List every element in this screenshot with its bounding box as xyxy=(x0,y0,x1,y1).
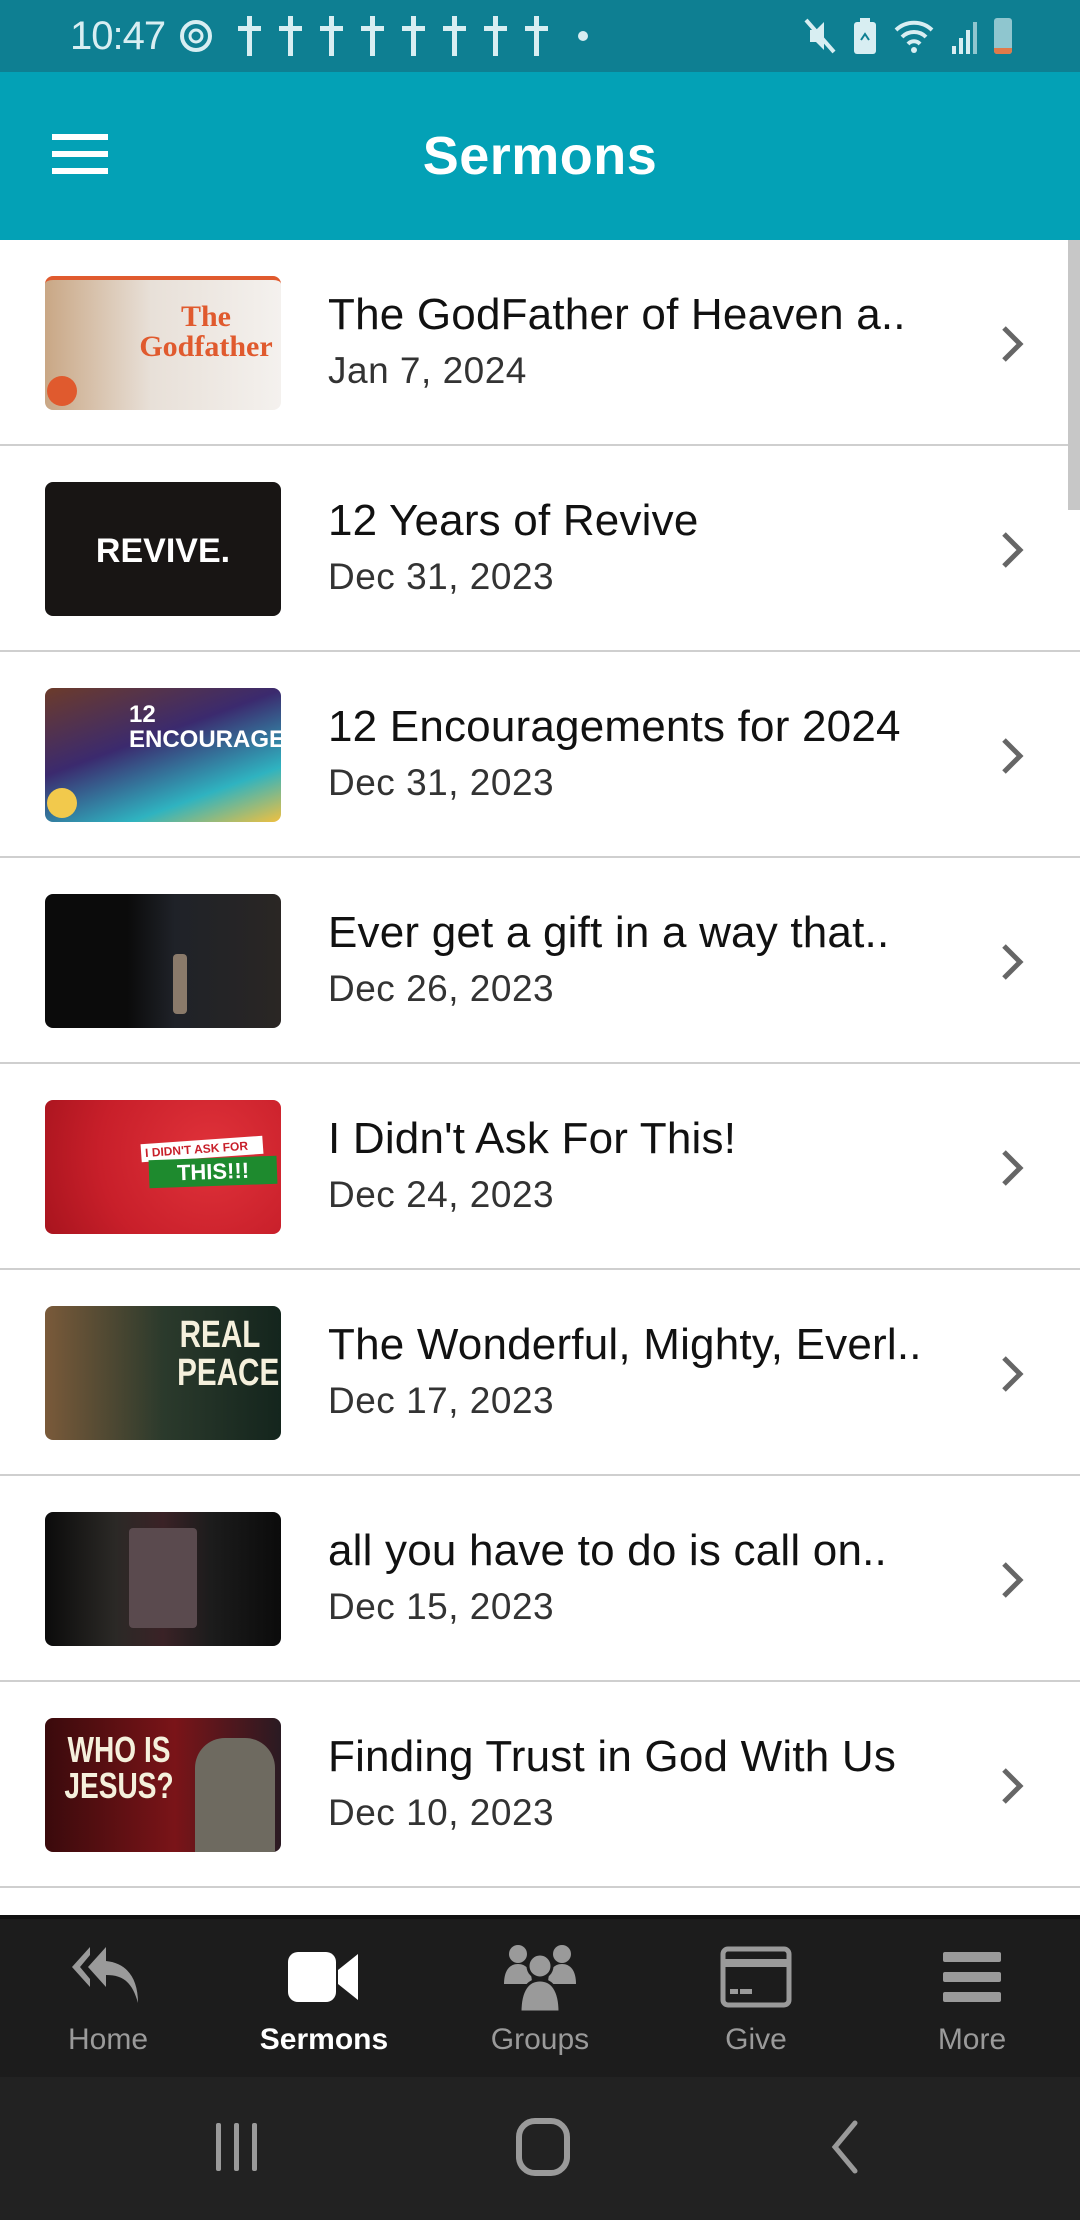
sermon-thumbnail: The Godfather xyxy=(45,276,281,410)
back-icon[interactable] xyxy=(825,2117,865,2182)
sermon-date: Dec 31, 2023 xyxy=(328,762,555,803)
hamburger-menu-icon[interactable] xyxy=(52,134,112,178)
nav-label: Sermons xyxy=(259,2023,389,2056)
cross-icon xyxy=(320,16,344,56)
sermon-thumbnail: REAL PEACE xyxy=(45,1306,281,1440)
sermon-date: Dec 26, 2023 xyxy=(328,968,555,1009)
sermon-list-item[interactable]: I DIDN'T ASK FOR THIS!!! I Didn't Ask For … xyxy=(0,1064,1080,1270)
chevron-right-icon xyxy=(1002,944,1024,980)
sermon-thumbnail xyxy=(45,1512,281,1646)
cross-icon xyxy=(361,16,385,56)
sermon-list[interactable]: The Godfather The GodFather of Heaven a..… xyxy=(0,240,1080,1915)
sermon-title: 12 Years of Revive xyxy=(328,496,699,545)
thumbnail-title: REAL PEACE xyxy=(177,1314,280,1394)
video-camera-icon xyxy=(284,1941,364,2013)
scrollbar[interactable] xyxy=(1068,240,1080,510)
thumbnail-title: REVIVE. xyxy=(95,532,231,570)
sermon-title: The GodFather of Heaven a.. xyxy=(328,290,906,339)
chevron-right-icon xyxy=(1002,1150,1024,1186)
reply-all-icon xyxy=(68,1941,148,2013)
bottom-nav: Home Sermons Groups Give More xyxy=(0,1915,1080,2077)
sermon-list-item[interactable]: REAL PEACE The Wonderful, Mighty, Everl..… xyxy=(0,1270,1080,1476)
chevron-right-icon xyxy=(1002,1356,1024,1392)
battery-icon xyxy=(994,18,1012,54)
nav-give[interactable]: Give xyxy=(648,1919,864,2077)
sermon-list-item[interactable]: REVIVE. 12 Years of Revive Dec 31, 2023 xyxy=(0,446,1080,652)
chevron-right-icon xyxy=(1002,1768,1024,1804)
sermon-title: I Didn't Ask For This! xyxy=(328,1114,737,1163)
cross-icon xyxy=(279,16,303,56)
sermon-thumbnail xyxy=(45,894,281,1028)
app-bar: Sermons xyxy=(0,72,1080,240)
sermon-title: The Wonderful, Mighty, Everl.. xyxy=(328,1320,922,1369)
sermon-title: all you have to do is call on.. xyxy=(328,1526,887,1575)
notification-icons xyxy=(177,16,589,56)
video-frame xyxy=(129,1528,197,1628)
dot-icon xyxy=(578,31,589,41)
users-icon xyxy=(500,1941,580,2013)
sermon-title: Ever get a gift in a way that.. xyxy=(328,908,890,957)
sermon-date: Dec 24, 2023 xyxy=(328,1174,555,1215)
menu-bars-icon xyxy=(932,1941,1012,2013)
status-bar: 10:47 xyxy=(0,0,1080,72)
sermon-list-item[interactable]: Ever get a gift in a way that.. Dec 26, 2… xyxy=(0,858,1080,1064)
system-icons xyxy=(802,16,1012,56)
cross-icon xyxy=(238,16,262,56)
sermon-title: 12 Encouragements for 2024 xyxy=(328,702,901,751)
sermon-list-item[interactable]: all you have to do is call on.. Dec 15, 2… xyxy=(0,1476,1080,1682)
sermon-list-item[interactable]: The Godfather The GodFather of Heaven a..… xyxy=(0,240,1080,446)
thumbnail-title: The Godfather xyxy=(139,300,273,363)
sermon-thumbnail: WHO IS JESUS? xyxy=(45,1718,281,1852)
credit-card-icon xyxy=(716,1941,796,2013)
cross-icon xyxy=(443,16,467,56)
revive-badge xyxy=(47,788,77,818)
thumbnail-title: 12 ENCOURAGEMENTS xyxy=(129,701,281,754)
system-navigation-bar xyxy=(0,2077,1080,2220)
thumbnail-title: THIS!!! xyxy=(148,1155,278,1189)
nav-sermons[interactable]: Sermons xyxy=(216,1919,432,2077)
cross-icon xyxy=(402,16,426,56)
chevron-right-icon xyxy=(1002,738,1024,774)
chevron-right-icon xyxy=(1002,326,1024,362)
chevron-right-icon xyxy=(1002,532,1024,568)
chevron-right-icon xyxy=(1002,1562,1024,1598)
thumbnail-title: WHO IS JESUS? xyxy=(64,1729,174,1806)
nav-label: Groups xyxy=(490,2023,590,2056)
sermon-thumbnail: REVIVE. xyxy=(45,482,281,616)
sermon-title: Finding Trust in God With Us xyxy=(328,1732,897,1781)
sermon-date: Dec 15, 2023 xyxy=(328,1586,555,1627)
recent-apps-icon[interactable] xyxy=(212,2117,262,2182)
page-title: Sermons xyxy=(422,126,658,186)
nav-label: Home xyxy=(67,2023,149,2056)
cross-icon xyxy=(525,16,549,56)
revive-badge xyxy=(47,376,77,406)
nav-label: Give xyxy=(725,2023,787,2056)
speaker-figure xyxy=(195,1738,275,1852)
status-time: 10:47 xyxy=(70,13,166,58)
sermon-date: Dec 10, 2023 xyxy=(328,1792,555,1833)
sermon-list-item[interactable]: 12 ENCOURAGEMENTS 12 Encouragements for 2… xyxy=(0,652,1080,858)
sermon-date: Jan 7, 2024 xyxy=(328,350,527,391)
wifi-icon xyxy=(894,20,934,53)
speaker-figure xyxy=(173,954,187,1014)
sermon-date: Dec 17, 2023 xyxy=(328,1380,555,1421)
signal-icon xyxy=(952,22,977,54)
nav-label: More xyxy=(937,2023,1007,2056)
sermon-list-item[interactable]: WHO IS JESUS? Finding Trust in God With U… xyxy=(0,1682,1080,1888)
sermon-thumbnail: I DIDN'T ASK FOR THIS!!! xyxy=(45,1100,281,1234)
cross-icon xyxy=(484,16,508,56)
nav-more[interactable]: More xyxy=(864,1919,1080,2077)
battery-saver-icon xyxy=(854,18,876,54)
sermon-thumbnail: 12 ENCOURAGEMENTS xyxy=(45,688,281,822)
sermon-date: Dec 31, 2023 xyxy=(328,556,555,597)
nav-groups[interactable]: Groups xyxy=(432,1919,648,2077)
sync-icon xyxy=(180,20,213,52)
nav-home[interactable]: Home xyxy=(0,1919,216,2077)
mute-icon xyxy=(804,18,836,54)
home-circle-icon[interactable] xyxy=(515,2117,571,2182)
